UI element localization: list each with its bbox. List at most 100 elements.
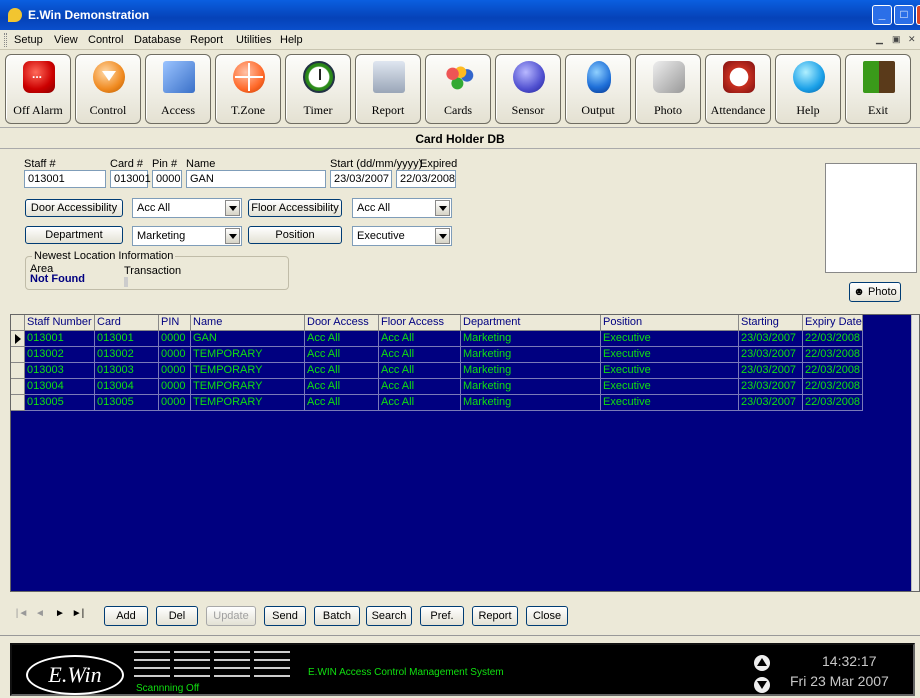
off-alarm-button[interactable]: Off Alarm xyxy=(5,54,71,124)
col-position[interactable]: Position xyxy=(601,315,739,331)
cell-staff-number[interactable]: 013004 xyxy=(25,379,95,395)
minimize-button[interactable]: _ xyxy=(872,5,892,25)
delete-button[interactable]: Del xyxy=(156,606,198,626)
cell-pin[interactable]: 0000 xyxy=(159,347,191,363)
cell-expiry-date[interactable]: 22/03/2008 xyxy=(803,379,863,395)
photo-toolbar-button[interactable]: Photo xyxy=(635,54,701,124)
cell-staff-number[interactable]: 013003 xyxy=(25,363,95,379)
scroll-down-icon[interactable] xyxy=(754,677,770,693)
cell-department[interactable]: Marketing xyxy=(461,363,601,379)
card-field[interactable]: 013001 xyxy=(110,170,151,188)
cell-floor-access[interactable]: Acc All xyxy=(379,379,461,395)
cell-door-access[interactable]: Acc All xyxy=(305,379,379,395)
report-action-button[interactable]: Report xyxy=(472,606,518,626)
cell-starting-date[interactable]: 23/03/2007 xyxy=(739,347,803,363)
timer-button[interactable]: Timer xyxy=(285,54,351,124)
cell-staff-number[interactable]: 013001 xyxy=(25,331,95,347)
cell-card-number[interactable]: 013003 xyxy=(95,363,159,379)
cell-department[interactable]: Marketing xyxy=(461,331,601,347)
access-button[interactable]: Access xyxy=(145,54,211,124)
chevron-down-icon[interactable] xyxy=(225,200,240,216)
col-expiry-date[interactable]: Expiry Date xyxy=(803,315,863,331)
cell-pin[interactable]: 0000 xyxy=(159,379,191,395)
cell-position[interactable]: Executive xyxy=(601,379,739,395)
position-select[interactable]: Executive xyxy=(352,226,452,246)
door-accessibility-button[interactable]: Door Accessibility xyxy=(25,199,123,217)
cell-card-number[interactable]: 013005 xyxy=(95,395,159,411)
cell-pin[interactable]: 0000 xyxy=(159,363,191,379)
col-name[interactable]: Name xyxy=(191,315,305,331)
menu-database[interactable]: Database xyxy=(134,34,181,46)
cell-department[interactable]: Marketing xyxy=(461,395,601,411)
col-pin[interactable]: PIN xyxy=(159,315,191,331)
mdi-close-icon[interactable]: ✕ xyxy=(908,34,916,45)
close-button[interactable] xyxy=(916,5,920,25)
department-select[interactable]: Marketing xyxy=(132,226,242,246)
col-door-access[interactable]: Door Access xyxy=(305,315,379,331)
position-button[interactable]: Position xyxy=(248,226,342,244)
start-date-field[interactable]: 23/03/2007 xyxy=(330,170,392,188)
next-record-icon[interactable]: ► xyxy=(52,606,68,622)
help-button[interactable]: Help xyxy=(775,54,841,124)
chevron-down-icon[interactable] xyxy=(435,200,450,216)
cell-door-access[interactable]: Acc All xyxy=(305,347,379,363)
control-button[interactable]: Control xyxy=(75,54,141,124)
cell-department[interactable]: Marketing xyxy=(461,379,601,395)
cell-position[interactable]: Executive xyxy=(601,363,739,379)
cell-card-number[interactable]: 013001 xyxy=(95,331,159,347)
attendance-button[interactable]: Attendance xyxy=(705,54,771,124)
chevron-down-icon[interactable] xyxy=(435,228,450,244)
col-starting-date[interactable]: Starting Date xyxy=(739,315,803,343)
vertical-scrollbar[interactable] xyxy=(911,315,919,591)
photo-button[interactable]: ☻ Photo xyxy=(849,282,901,302)
col-card-number[interactable]: Card Number xyxy=(95,315,159,343)
cell-door-access[interactable]: Acc All xyxy=(305,395,379,411)
cell-starting-date[interactable]: 23/03/2007 xyxy=(739,331,803,347)
close-action-button[interactable]: Close xyxy=(526,606,568,626)
floor-accessibility-button[interactable]: Floor Accessibility xyxy=(248,199,342,217)
chevron-down-icon[interactable] xyxy=(225,228,240,244)
update-button[interactable]: Update xyxy=(206,606,256,626)
menu-control[interactable]: Control xyxy=(88,34,123,46)
cell-floor-access[interactable]: Acc All xyxy=(379,363,461,379)
cell-position[interactable]: Executive xyxy=(601,347,739,363)
menu-setup[interactable]: Setup xyxy=(14,34,43,46)
last-record-icon[interactable]: ►| xyxy=(70,606,86,622)
menu-utilities[interactable]: Utilities xyxy=(236,34,271,46)
row-selector[interactable] xyxy=(11,363,25,379)
cell-name[interactable]: TEMPORARY xyxy=(191,379,305,395)
menu-view[interactable]: View xyxy=(54,34,78,46)
cell-starting-date[interactable]: 23/03/2007 xyxy=(739,379,803,395)
cell-name[interactable]: TEMPORARY xyxy=(191,347,305,363)
cell-name[interactable]: GAN xyxy=(191,331,305,347)
cell-pin[interactable]: 0000 xyxy=(159,331,191,347)
cell-staff-number[interactable]: 013002 xyxy=(25,347,95,363)
maximize-button[interactable]: □ xyxy=(894,5,914,25)
sensor-button[interactable]: Sensor xyxy=(495,54,561,124)
cell-expiry-date[interactable]: 22/03/2008 xyxy=(803,331,863,347)
preferences-button[interactable]: Pref. xyxy=(420,606,464,626)
row-selector[interactable] xyxy=(11,347,25,363)
cell-starting-date[interactable]: 23/03/2007 xyxy=(739,395,803,411)
menu-help[interactable]: Help xyxy=(280,34,303,46)
cell-floor-access[interactable]: Acc All xyxy=(379,395,461,411)
cell-expiry-date[interactable]: 22/03/2008 xyxy=(803,347,863,363)
batch-button[interactable]: Batch xyxy=(314,606,360,626)
floor-access-select[interactable]: Acc All xyxy=(352,198,452,218)
cell-door-access[interactable]: Acc All xyxy=(305,363,379,379)
cell-staff-number[interactable]: 013005 xyxy=(25,395,95,411)
search-button[interactable]: Search xyxy=(366,606,412,626)
report-button[interactable]: Report xyxy=(355,54,421,124)
col-department[interactable]: Department xyxy=(461,315,601,331)
row-selector[interactable] xyxy=(11,331,25,347)
mdi-minimize-icon[interactable]: ▁ xyxy=(876,34,883,45)
name-field[interactable]: GAN xyxy=(186,170,326,188)
cell-position[interactable]: Executive xyxy=(601,395,739,411)
cell-name[interactable]: TEMPORARY xyxy=(191,363,305,379)
expired-date-field[interactable]: 22/03/2008 xyxy=(396,170,456,188)
staff-field[interactable]: 013001 xyxy=(24,170,106,188)
row-selector[interactable] xyxy=(11,395,25,411)
cell-position[interactable]: Executive xyxy=(601,331,739,347)
cell-floor-access[interactable]: Acc All xyxy=(379,347,461,363)
cell-name[interactable]: TEMPORARY xyxy=(191,395,305,411)
